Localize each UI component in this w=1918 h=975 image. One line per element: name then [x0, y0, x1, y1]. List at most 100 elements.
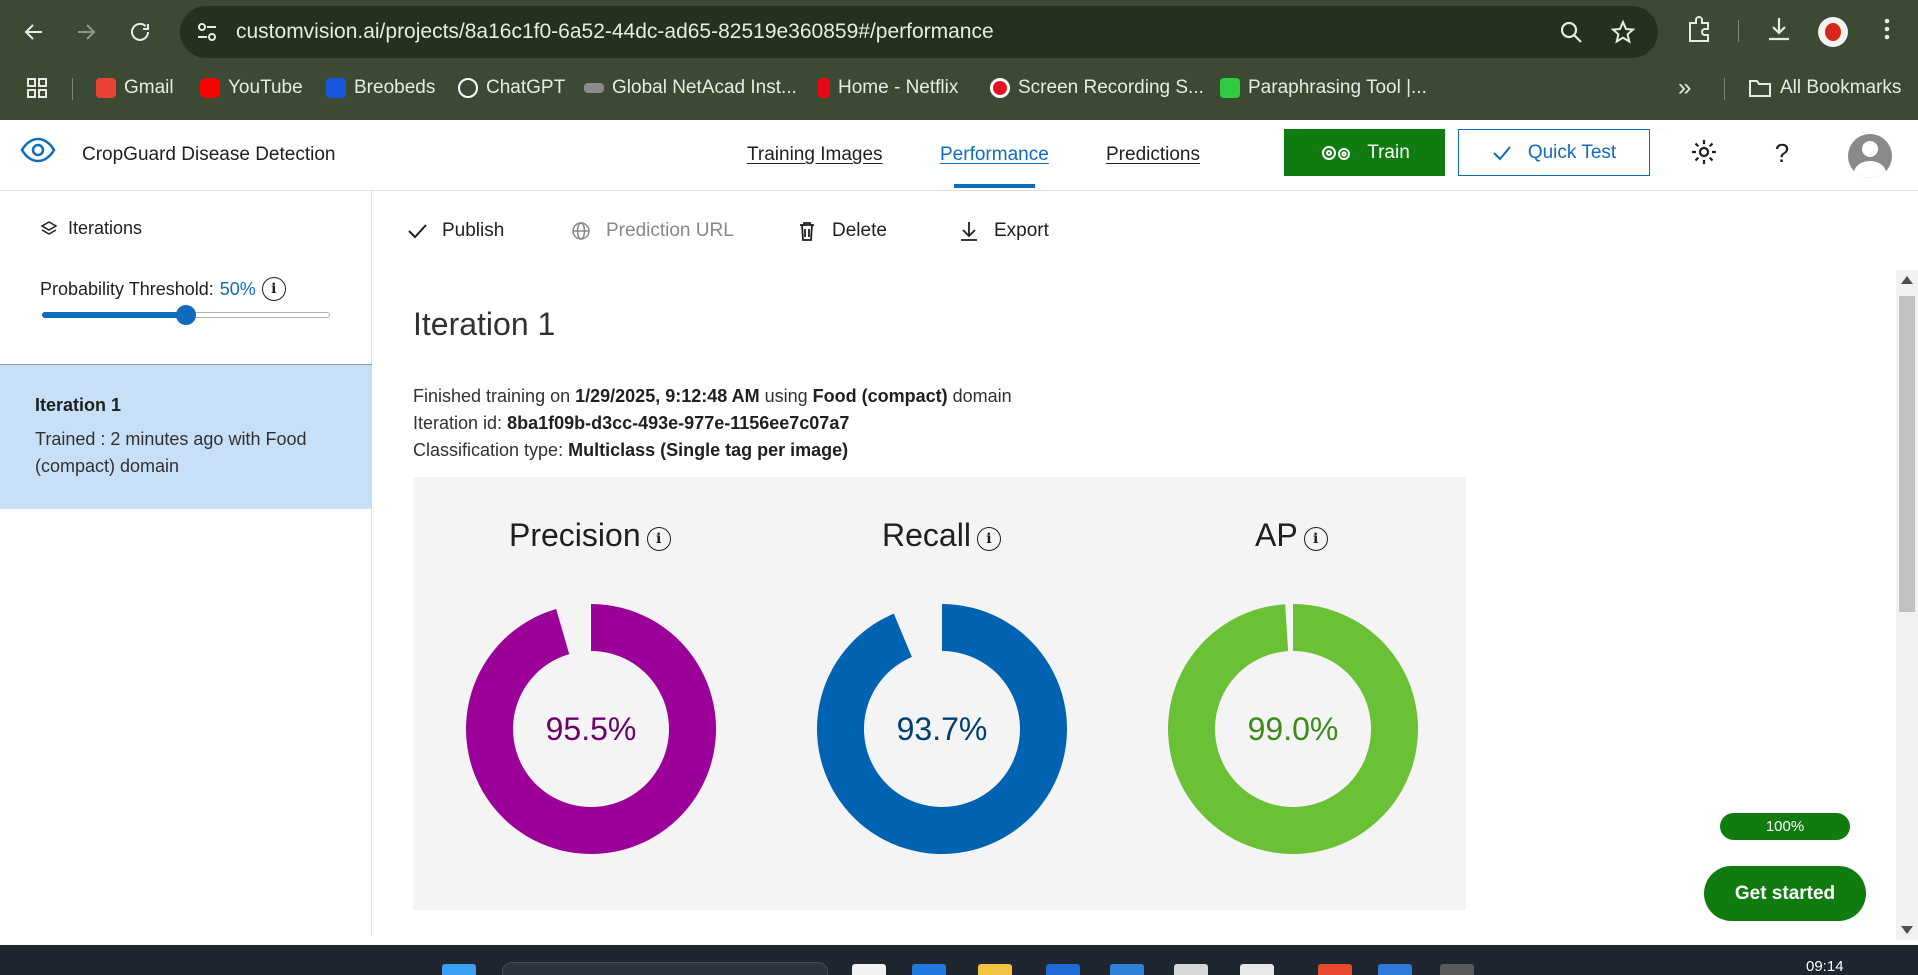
- start-icon[interactable]: [442, 964, 476, 975]
- taskbar-app-icon[interactable]: [912, 964, 946, 975]
- precision-value: 95.5%: [545, 710, 637, 747]
- bookmark-netacad[interactable]: Global NetAcad Inst...: [584, 74, 797, 102]
- trash-icon: [800, 222, 814, 241]
- iteration-id-value: 8ba1f09b-d3cc-493e-977e-1156ee7c07a7: [507, 413, 850, 433]
- scroll-thumb[interactable]: [1899, 296, 1915, 612]
- iteration-list-item[interactable]: Iteration 1 Trained : 2 minutes ago with…: [0, 365, 372, 509]
- url-text[interactable]: customvision.ai/projects/8a16c1f0-6a52-4…: [236, 20, 994, 44]
- train-label: Train: [1367, 141, 1410, 163]
- recall-value: 93.7%: [896, 710, 988, 747]
- zoom-icon[interactable]: [1558, 19, 1584, 45]
- info-icon[interactable]: i: [976, 526, 1001, 551]
- iterations-header: Iterations: [40, 218, 142, 239]
- back-icon[interactable]: [16, 14, 52, 50]
- threshold-slider[interactable]: [42, 305, 330, 325]
- apps-icon[interactable]: [26, 74, 48, 102]
- classification-row: Classification type: Multiclass (Single …: [413, 440, 848, 461]
- taskbar-search[interactable]: [502, 962, 828, 975]
- profile-avatar[interactable]: [1818, 17, 1848, 47]
- iteration-title: Iteration 1: [413, 306, 556, 342]
- layers-icon: [40, 220, 58, 235]
- all-bookmarks[interactable]: All Bookmarks: [1748, 74, 1901, 102]
- taskbar-app-icon[interactable]: [1046, 964, 1080, 975]
- recall-donut: 93.7%: [815, 602, 1069, 856]
- bookmark-label: Screen Recording S...: [1018, 77, 1204, 98]
- ap-label: AP: [1255, 517, 1298, 553]
- iteration-description: Trained : 2 minutes ago with Food (compa…: [35, 429, 307, 476]
- iteration-id-label: Iteration id:: [413, 413, 503, 433]
- chrome-icon[interactable]: [1318, 964, 1352, 975]
- scroll-down-icon[interactable]: [1901, 926, 1913, 934]
- domain-suffix: domain: [952, 386, 1012, 406]
- publish-button[interactable]: Publish: [406, 220, 504, 242]
- export-button[interactable]: Export: [958, 220, 1049, 242]
- prediction-url-button[interactable]: Prediction URL: [570, 220, 734, 242]
- settings-gear-icon[interactable]: [1690, 138, 1718, 166]
- export-label: Export: [994, 220, 1049, 241]
- site-info-icon[interactable]: [194, 19, 220, 45]
- bookmark-gmail[interactable]: Gmail: [96, 74, 174, 102]
- bookmark-breobeds[interactable]: Breobeds: [326, 74, 435, 102]
- slider-thumb[interactable]: [176, 305, 196, 325]
- bookmark-star-icon[interactable]: [1610, 19, 1636, 45]
- scroll-up-icon[interactable]: [1901, 276, 1913, 284]
- bookmark-paraphrasing[interactable]: Paraphrasing Tool |...: [1220, 74, 1427, 102]
- extensions-icon[interactable]: [1684, 14, 1714, 44]
- folder-icon[interactable]: [978, 964, 1012, 975]
- record-icon: [990, 78, 1010, 98]
- threshold-value: 50%: [219, 278, 256, 299]
- windows-taskbar: 09:14: [0, 945, 1918, 975]
- delete-button[interactable]: Delete: [796, 220, 887, 242]
- taskbar-app-icon[interactable]: [852, 964, 886, 975]
- quick-test-button[interactable]: Quick Test: [1458, 129, 1650, 176]
- menu-icon[interactable]: [1872, 14, 1902, 44]
- taskbar-app-icon[interactable]: [1240, 964, 1274, 975]
- train-button[interactable]: Train: [1284, 129, 1445, 176]
- tab-performance[interactable]: Performance: [940, 144, 1049, 166]
- more-bookmarks-icon: »: [1678, 74, 1692, 101]
- bookmark-label: Global NetAcad Inst...: [612, 77, 797, 98]
- gears-icon: [1322, 145, 1351, 160]
- classification-value: Multiclass (Single tag per image): [568, 440, 849, 460]
- info-icon[interactable]: i: [646, 526, 671, 551]
- download-icon[interactable]: [1764, 14, 1794, 44]
- user-avatar[interactable]: [1848, 134, 1892, 178]
- help-icon[interactable]: ?: [1768, 138, 1796, 168]
- finished-prefix: Finished training on: [413, 386, 571, 406]
- info-icon[interactable]: i: [261, 277, 286, 301]
- project-title: CropGuard Disease Detection: [82, 144, 336, 165]
- quick-test-label: Quick Test: [1527, 141, 1617, 163]
- bookmark-screen-recording[interactable]: Screen Recording S...: [990, 74, 1204, 102]
- taskbar-app-icon[interactable]: [1440, 964, 1474, 975]
- app-header: CropGuard Disease Detection Training Ima…: [0, 120, 1918, 191]
- recall-title: Recall i: [882, 517, 1001, 554]
- clock-time: 09:14: [1806, 958, 1844, 975]
- ap-title: AP i: [1255, 517, 1328, 554]
- address-bar[interactable]: customvision.ai/projects/8a16c1f0-6a52-4…: [180, 6, 1658, 58]
- progress-badge: 100%: [1720, 813, 1850, 840]
- taskbar-app-icon[interactable]: [1378, 964, 1412, 975]
- bookmark-netflix[interactable]: Home - Netflix: [818, 74, 958, 102]
- custom-vision-logo-icon[interactable]: [20, 136, 56, 164]
- info-icon[interactable]: i: [1303, 526, 1328, 551]
- download-icon: [961, 222, 977, 241]
- using-label: using: [764, 386, 808, 406]
- taskbar-app-icon[interactable]: [1174, 964, 1208, 975]
- ap-value: 99.0%: [1247, 710, 1339, 747]
- bookmark-label: Paraphrasing Tool |...: [1248, 77, 1427, 98]
- precision-donut: 95.5%: [464, 602, 718, 856]
- more-bookmarks-button[interactable]: »: [1678, 74, 1691, 102]
- forward-icon[interactable]: [68, 14, 104, 50]
- bookmark-youtube[interactable]: YouTube: [200, 74, 303, 102]
- reload-icon[interactable]: [122, 14, 158, 50]
- tab-predictions[interactable]: Predictions: [1106, 144, 1200, 166]
- iteration-name: Iteration 1: [35, 395, 122, 415]
- get-started-button[interactable]: Get started: [1704, 866, 1866, 921]
- threshold-label: Probability Threshold:: [40, 278, 214, 299]
- bookmark-chatgpt[interactable]: ChatGPT: [458, 74, 565, 102]
- bookmark-label: YouTube: [228, 77, 303, 98]
- page-scrollbar[interactable]: [1896, 270, 1918, 940]
- tab-training-images[interactable]: Training Images: [747, 144, 883, 166]
- bookmark-label: ChatGPT: [486, 77, 566, 98]
- vscode-icon[interactable]: [1110, 964, 1144, 975]
